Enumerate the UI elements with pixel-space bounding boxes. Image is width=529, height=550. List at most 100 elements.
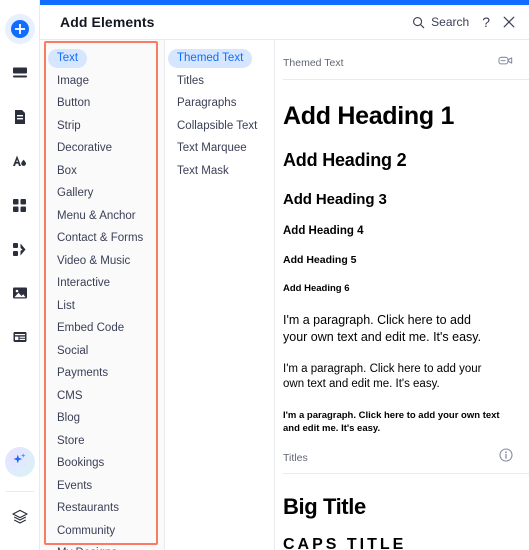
category-item-label: Events <box>57 479 93 492</box>
preview-item[interactable]: I'm a paragraph. Click here to add your … <box>283 312 495 346</box>
image-icon <box>11 284 29 302</box>
subcategory-item[interactable]: Paragraphs <box>165 92 274 114</box>
category-item[interactable]: Bookings <box>40 452 164 474</box>
category-item[interactable]: Payments <box>40 362 164 384</box>
sidebar-item-add-elements[interactable] <box>4 14 35 44</box>
category-item[interactable]: Gallery <box>40 182 164 204</box>
rail-bottom-group <box>4 447 35 550</box>
preview-item[interactable]: I'm a paragraph. Click here to add your … <box>283 362 499 393</box>
preview-item[interactable]: Add Heading 6 <box>283 283 529 294</box>
category-item-label: Image <box>57 74 89 87</box>
search-button[interactable]: Search <box>412 15 469 29</box>
category-item-label: Store <box>57 434 85 447</box>
video-camera-icon <box>498 53 513 73</box>
preview-item[interactable]: Add Heading 1 <box>283 102 529 131</box>
category-item-label: Menu & Anchor <box>57 209 136 222</box>
subcategory-item-label: Text Mask <box>177 164 229 177</box>
category-item-label: Box <box>57 164 77 177</box>
category-item[interactable]: Box <box>40 160 164 182</box>
category-item-label: Embed Code <box>57 322 125 334</box>
sidebar-item-media[interactable] <box>5 278 35 308</box>
preview-item[interactable]: Add Heading 2 <box>283 150 529 171</box>
category-item-label: Payments <box>57 367 109 379</box>
preview-section-label: Titles <box>283 451 308 464</box>
category-item-label: Video & Music <box>57 254 131 267</box>
category-item[interactable]: My Designs <box>40 542 164 550</box>
search-icon <box>412 16 425 29</box>
preview-item[interactable]: Add Heading 5 <box>283 254 529 266</box>
preview-item-list: Big Title CAPS TITLE <box>283 474 529 550</box>
close-button[interactable] <box>503 16 515 28</box>
category-item[interactable]: Image <box>40 70 164 92</box>
subcategory-item-label: Text Marquee <box>177 142 247 154</box>
category-item[interactable]: Community <box>40 520 164 542</box>
category-item[interactable]: Text <box>40 47 164 69</box>
sidebar-item-site-design[interactable] <box>5 146 35 176</box>
preview-item[interactable]: Add Heading 4 <box>283 225 529 237</box>
sidebar-item-dev-mode[interactable] <box>5 234 35 264</box>
layers-icon <box>11 508 29 531</box>
preview-section-info-button[interactable] <box>499 448 513 467</box>
category-item-label: Social <box>57 344 89 357</box>
subcategory-item[interactable]: Text Marquee <box>165 137 274 159</box>
category-item[interactable]: List <box>40 295 164 317</box>
sidebar-item-pages[interactable] <box>5 102 35 132</box>
category-item[interactable]: Store <box>40 430 164 452</box>
category-item-label: Button <box>57 97 91 109</box>
preview-section-label: Themed Text <box>283 57 344 69</box>
preview-item[interactable]: Big Title <box>283 494 529 520</box>
category-item[interactable]: Events <box>40 475 164 497</box>
plus-circle-icon <box>10 19 30 39</box>
category-item[interactable]: Contact & Forms <box>40 227 164 249</box>
category-item[interactable]: Embed Code <box>40 317 164 339</box>
help-button[interactable]: ? <box>482 15 490 29</box>
preview-section-header: Themed Text <box>283 40 529 80</box>
subcategory-item-label: Paragraphs <box>177 97 237 109</box>
category-item[interactable]: Strip <box>40 115 164 137</box>
category-item-label: Gallery <box>57 187 94 199</box>
category-item-label: CMS <box>57 389 83 402</box>
preview-section-info-button[interactable] <box>498 53 513 73</box>
sidebar-item-apps[interactable] <box>5 190 35 220</box>
preview-item[interactable]: I'm a paragraph. Click here to add your … <box>283 409 503 436</box>
app-root: Add Elements Search ? Text Image Button … <box>0 0 529 550</box>
subcategory-item-label: Collapsible Text <box>177 119 258 132</box>
category-item-label: Contact & Forms <box>57 232 144 244</box>
sidebar-item-cms[interactable] <box>5 322 35 352</box>
ai-assistant-button[interactable] <box>4 447 35 477</box>
category-item[interactable]: CMS <box>40 385 164 407</box>
code-blocks-icon <box>11 241 28 258</box>
sidebar-item-add-section[interactable] <box>5 58 35 88</box>
panel-header: Add Elements Search ? <box>40 5 529 40</box>
subcategory-item[interactable]: Collapsible Text <box>165 115 274 137</box>
category-item-label: List <box>57 299 75 312</box>
category-item-label: Strip <box>57 119 81 132</box>
preview-item[interactable]: Add Heading 3 <box>283 191 529 208</box>
subcategory-item[interactable]: Text Mask <box>165 160 274 182</box>
category-item-label: Decorative <box>57 142 112 154</box>
category-item[interactable]: Video & Music <box>40 250 164 272</box>
category-item[interactable]: Blog <box>40 407 164 429</box>
preview-section-header: Titles <box>283 435 529 475</box>
category-item[interactable]: Restaurants <box>40 497 164 519</box>
category-item-label: Blog <box>57 412 81 424</box>
table-icon <box>11 328 29 346</box>
element-preview-pane[interactable]: Themed Text Add Heading 1 Add Heading 2 Add… <box>275 40 529 550</box>
subcategory-list[interactable]: Themed Text Titles Paragraphs Collapsible T… <box>165 40 275 550</box>
section-icon <box>11 64 29 82</box>
category-item[interactable]: Social <box>40 340 164 362</box>
category-item-label: Text <box>48 48 88 68</box>
subcategory-item[interactable]: Titles <box>165 70 274 92</box>
subcategory-item[interactable]: Themed Text <box>165 47 274 69</box>
layers-panel-button[interactable] <box>5 504 35 534</box>
category-item[interactable]: Menu & Anchor <box>40 205 164 227</box>
search-label: Search <box>431 15 470 29</box>
info-icon <box>499 448 513 467</box>
category-list[interactable]: Text Image Button Strip Decorative Box Gallery… <box>40 40 165 550</box>
category-item[interactable]: Decorative <box>40 137 164 159</box>
category-item[interactable]: Interactive <box>40 272 164 294</box>
preview-item[interactable]: CAPS TITLE <box>283 536 529 550</box>
category-item[interactable]: Button <box>40 92 164 114</box>
theme-paint-icon <box>10 152 29 171</box>
subcategory-item-label: Titles <box>177 74 205 87</box>
